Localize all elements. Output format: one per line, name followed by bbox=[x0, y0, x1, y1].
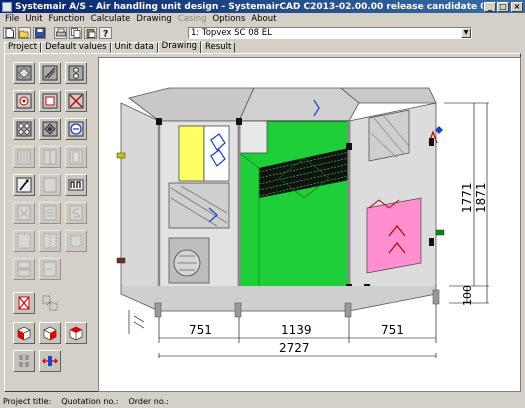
tab-unit-data[interactable]: Unit data bbox=[110, 42, 158, 53]
foot bbox=[344, 302, 352, 318]
quotation-label: Quotation no.: bbox=[61, 397, 119, 406]
crossed-box-icon[interactable] bbox=[13, 292, 35, 314]
corner-block bbox=[236, 118, 242, 125]
dim-section-right: 751 bbox=[381, 323, 404, 337]
cube-red-left-icon[interactable] bbox=[13, 322, 35, 344]
paste-icon[interactable] bbox=[84, 27, 97, 39]
coil-icon[interactable] bbox=[39, 90, 61, 112]
s-shape-icon[interactable] bbox=[65, 202, 87, 224]
minimize-button[interactable]: _ bbox=[484, 1, 496, 12]
right-connector-green bbox=[435, 229, 445, 236]
filter-icon[interactable] bbox=[13, 90, 35, 112]
bypass-icon[interactable] bbox=[13, 202, 35, 224]
access-door-icon[interactable] bbox=[65, 146, 87, 168]
new-icon[interactable] bbox=[3, 27, 16, 39]
window-controls: _ □ × bbox=[483, 1, 523, 12]
split-vertical-icon[interactable] bbox=[13, 350, 35, 372]
menu-calculate[interactable]: Calculate bbox=[88, 14, 134, 24]
dashed-grid-icon[interactable] bbox=[39, 230, 61, 252]
rotor-icon[interactable] bbox=[39, 118, 61, 140]
copy-icon[interactable] bbox=[69, 27, 82, 39]
open-icon[interactable] bbox=[18, 27, 31, 39]
order-label: Order no.: bbox=[128, 397, 169, 406]
project-title-label: Project title: bbox=[3, 397, 52, 406]
left-connector-yellow bbox=[116, 152, 126, 159]
print-icon[interactable] bbox=[54, 27, 67, 39]
yellow-filter bbox=[178, 125, 205, 182]
dim-height-upper: 1771 bbox=[460, 182, 474, 213]
link-icon[interactable] bbox=[39, 258, 61, 280]
silencer-icon[interactable] bbox=[13, 146, 35, 168]
menu-about[interactable]: About bbox=[248, 14, 279, 24]
middle-access-door bbox=[238, 120, 268, 154]
dashed-box-icon[interactable] bbox=[65, 230, 87, 252]
blank-module-icon[interactable] bbox=[39, 174, 61, 196]
cube-red-right-icon[interactable] bbox=[65, 322, 87, 344]
close-button[interactable]: × bbox=[511, 1, 523, 12]
dim-base-height: 100 bbox=[461, 285, 474, 306]
svg-text:?: ? bbox=[103, 30, 108, 39]
unit-drawing: 751 1139 751 2727 1771 1871 100 bbox=[116, 87, 489, 358]
help-icon[interactable]: ? bbox=[99, 27, 112, 39]
menu-function[interactable]: Function bbox=[46, 14, 88, 24]
crossed-panel-icon[interactable] bbox=[65, 90, 87, 112]
app-icon bbox=[2, 1, 12, 12]
dim-section-left: 751 bbox=[189, 323, 212, 337]
tab-default-values[interactable]: Default values bbox=[41, 42, 111, 53]
tab-result[interactable]: Result bbox=[201, 42, 236, 53]
dim-total-length: 2727 bbox=[279, 341, 310, 355]
maximize-button[interactable]: □ bbox=[497, 1, 509, 12]
fan-view-icon[interactable] bbox=[65, 62, 87, 84]
window-title: Systemair A/S - Air handling unit design… bbox=[15, 1, 483, 12]
menu-bar: File Unit Function Calculate Drawing Cas… bbox=[0, 13, 525, 25]
cube-red-front-icon[interactable] bbox=[39, 322, 61, 344]
battery-icon[interactable] bbox=[39, 202, 61, 224]
title-bar: Systemair A/S - Air handling unit design… bbox=[0, 0, 525, 13]
move-icon[interactable] bbox=[39, 292, 61, 314]
menu-casing: Casing bbox=[177, 14, 207, 24]
corner-block bbox=[156, 118, 162, 125]
left-end-panel bbox=[120, 102, 160, 304]
status-bar: Project title: Quotation no.: Order no.: bbox=[0, 395, 525, 408]
menu-file[interactable]: File bbox=[2, 14, 22, 24]
menu-options[interactable]: Options bbox=[209, 14, 248, 24]
unit-select-value: 1: Topvex SC 08 EL bbox=[191, 28, 272, 38]
pink-filter bbox=[366, 197, 422, 274]
connection-arrows-icon[interactable] bbox=[39, 350, 61, 372]
section-view-icon[interactable] bbox=[13, 62, 35, 84]
tab-drawing[interactable]: Drawing bbox=[157, 41, 202, 53]
left-connector-brown bbox=[116, 257, 126, 264]
unit-select[interactable]: 1: Topvex SC 08 EL ▼ bbox=[188, 27, 472, 39]
split-icon[interactable] bbox=[39, 146, 61, 168]
heat-exchanger-icon[interactable] bbox=[13, 118, 35, 140]
foot bbox=[154, 302, 162, 318]
menu-unit[interactable]: Unit bbox=[22, 14, 45, 24]
chevron-down-icon[interactable]: ▼ bbox=[461, 28, 471, 38]
save-icon[interactable] bbox=[33, 27, 46, 39]
corner-block bbox=[346, 143, 352, 150]
fan-module-icon[interactable] bbox=[65, 118, 87, 140]
dim-section-middle: 1139 bbox=[281, 323, 312, 337]
middle-section-top bbox=[238, 87, 360, 122]
empty-module-icon[interactable] bbox=[65, 174, 87, 196]
section-stack-icon[interactable] bbox=[13, 258, 35, 280]
dim-height-total: 1871 bbox=[474, 182, 488, 213]
component-palette bbox=[9, 60, 95, 374]
tab-strip: Project Default values Unit data Drawing… bbox=[4, 41, 236, 53]
handle bbox=[429, 138, 434, 146]
dashed-panel-icon[interactable] bbox=[13, 230, 35, 252]
foot bbox=[432, 289, 440, 305]
foot bbox=[234, 302, 242, 318]
diagonal-pipe-icon[interactable] bbox=[13, 174, 35, 196]
drawing-canvas[interactable]: 751 1139 751 2727 1771 1871 100 bbox=[98, 57, 521, 392]
base-frame bbox=[120, 286, 437, 312]
menu-drawing[interactable]: Drawing bbox=[133, 14, 174, 24]
damper-view-icon[interactable] bbox=[39, 62, 61, 84]
filter-frame bbox=[203, 125, 230, 182]
handle bbox=[429, 238, 434, 246]
tab-project[interactable]: Project bbox=[4, 42, 42, 53]
